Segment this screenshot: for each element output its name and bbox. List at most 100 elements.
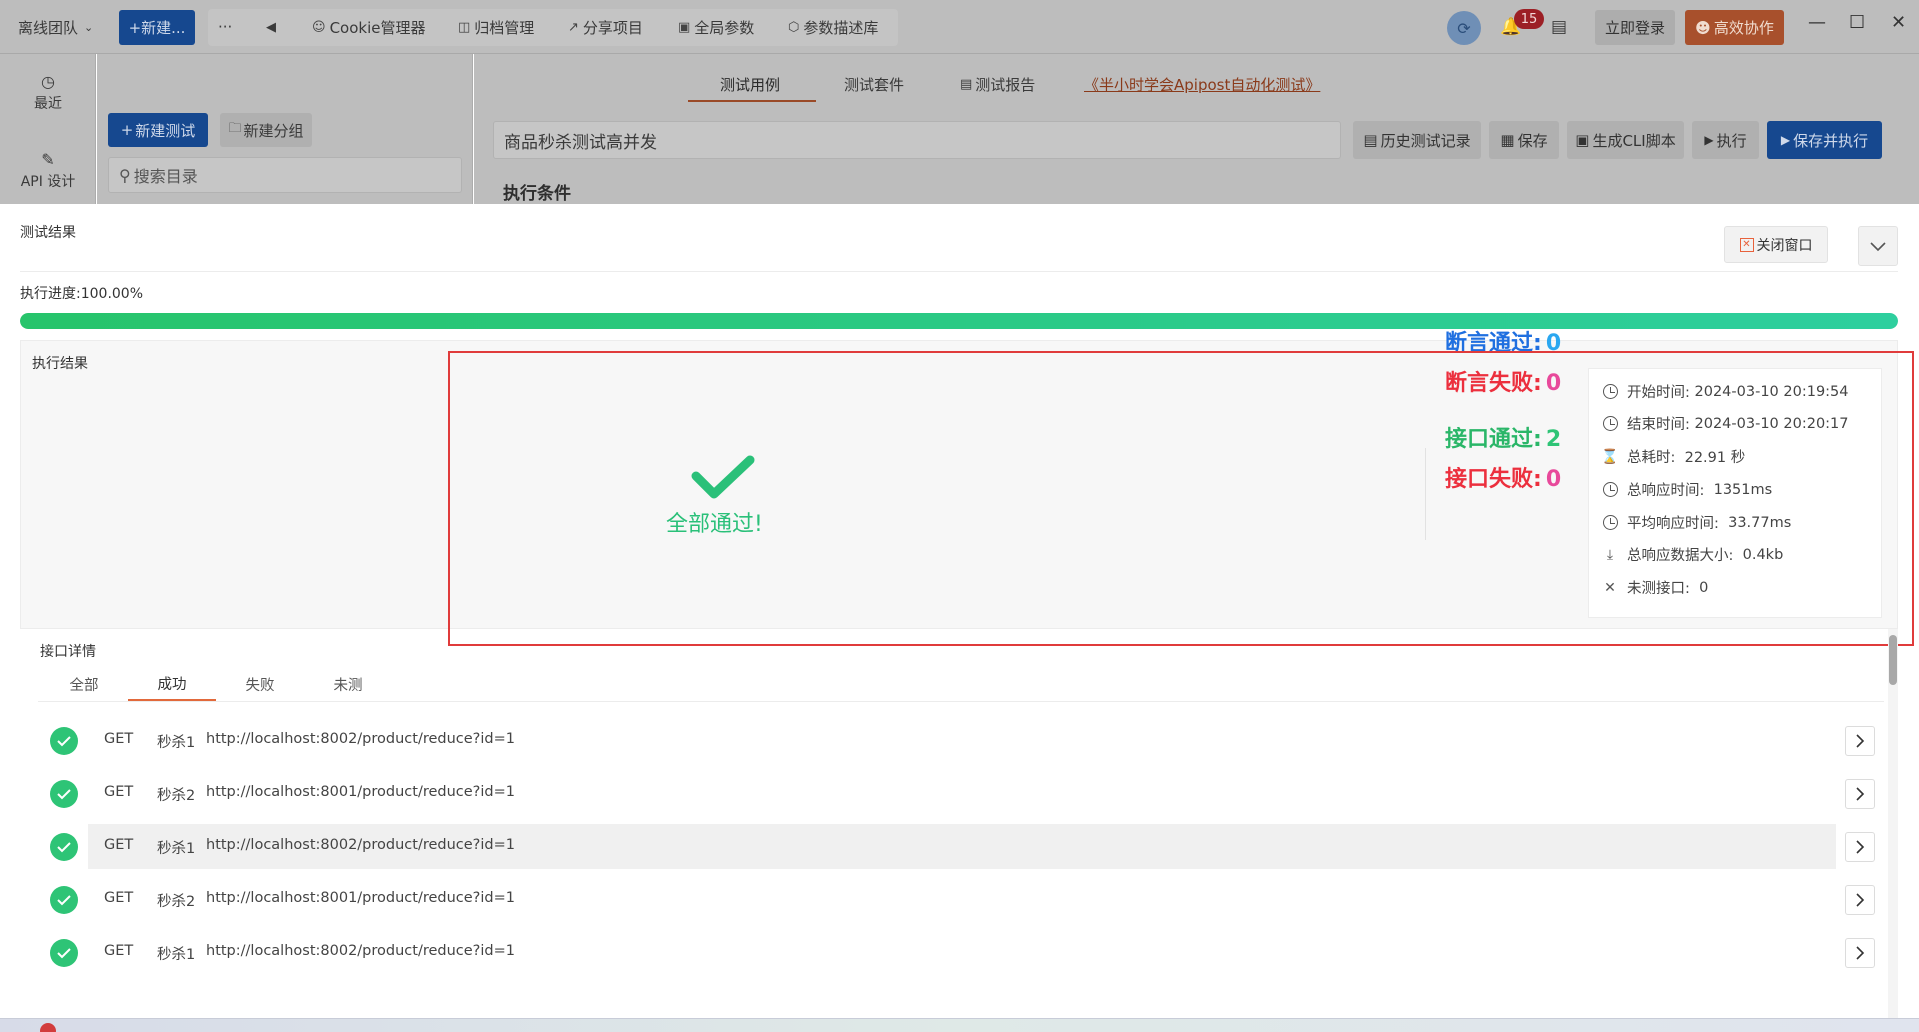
stat-label: 断言失败: [1445, 371, 1542, 396]
maximize-icon[interactable]: ☐ [1849, 12, 1865, 33]
info-value: 33.77ms [1728, 514, 1792, 531]
collapse-button[interactable] [1858, 226, 1898, 266]
info-value: 1351ms [1713, 481, 1773, 498]
more-button[interactable]: ··· [218, 0, 232, 54]
play-icon: ▶ [1704, 133, 1714, 147]
chevron-right-icon[interactable] [1845, 726, 1875, 756]
back-arrow-icon[interactable]: ◀ [266, 0, 276, 54]
menu-cookie-manager[interactable]: ☺ Cookie管理器 [312, 0, 425, 54]
menu-param-library-label: 参数描述库 [803, 18, 879, 37]
info-total-response: 总响应时间: 1351ms [1601, 479, 1772, 500]
run-button[interactable]: ▶ 执行 [1692, 121, 1759, 159]
menu-param-library[interactable]: ⬡ 参数描述库 [788, 0, 878, 54]
notes-icon[interactable]: ▤ [1551, 0, 1567, 54]
new-group-button[interactable]: 🗀 新建分组 [220, 113, 312, 147]
save-run-label: 保存并执行 [1793, 131, 1869, 150]
folder-icon: 🗀 [228, 121, 242, 136]
collab-label: 高效协作 [1713, 19, 1774, 37]
table-row[interactable]: GET 秒杀1 http://localhost:8002/product/re… [38, 926, 1884, 1018]
new-button[interactable]: +新建... [119, 10, 195, 45]
menu-global-params[interactable]: ▣ 全局参数 [678, 0, 754, 54]
tab-test-reports[interactable]: ▤ 测试报告 [960, 64, 1035, 104]
menu-cookie-label: Cookie管理器 [329, 18, 426, 37]
tab-test-suites[interactable]: 测试套件 [844, 64, 904, 104]
history-button[interactable]: ▤ 历史测试记录 [1353, 121, 1481, 159]
chevron-right-icon[interactable] [1845, 885, 1875, 915]
new-test-button[interactable]: + 新建测试 [108, 113, 208, 147]
sidebar-item-recent[interactable]: ◷ 最近 [0, 72, 96, 113]
table-row[interactable]: GET 秒杀2 http://localhost:8001/product/re… [38, 767, 1884, 820]
tab-untested[interactable]: 未测 [304, 667, 392, 701]
row-name: 秒杀2 [157, 894, 196, 910]
info-start-time: 开始时间: 2024-03-10 20:19:54 [1601, 381, 1849, 402]
collab-button[interactable]: ☻ 高效协作 [1685, 10, 1784, 45]
table-row[interactable]: GET 秒杀1 http://localhost:8002/product/re… [38, 820, 1884, 873]
cli-button[interactable]: ▣ 生成CLI脚本 [1567, 121, 1684, 159]
tab-all[interactable]: 全部 [40, 667, 128, 701]
row-method: GET [104, 943, 134, 959]
sidebar-item-api-design[interactable]: ✎ API 设计 [0, 150, 96, 191]
tab-test-cases[interactable]: 测试用例 [720, 64, 780, 104]
clock-icon [1601, 481, 1619, 499]
test-name-input[interactable]: 商品秒杀测试高并发 [493, 121, 1341, 159]
chevron-right-icon[interactable] [1845, 938, 1875, 968]
menu-share[interactable]: ↗ 分享项目 [568, 0, 643, 54]
sidebar-item-label: API 设计 [20, 174, 76, 190]
info-label: 总响应时间: [1627, 483, 1705, 499]
history-label: 历史测试记录 [1380, 131, 1471, 150]
exec-condition-title: 执行条件 [503, 184, 571, 204]
result-title: 测试结果 [20, 225, 76, 241]
main-area: 测试用例 测试套件 ▤ 测试报告 《半小时学会Apipost自动化测试》 商品秒… [474, 54, 1919, 204]
save-icon: ▦ [1500, 131, 1515, 149]
close-window-icon[interactable]: ✕ [1891, 12, 1906, 33]
info-label: 结束时间: [1627, 417, 1690, 433]
tab-failed[interactable]: 失败 [216, 667, 304, 701]
stat-value: 2 [1545, 427, 1562, 452]
edit-icon: ✎ [41, 150, 55, 169]
row-url: http://localhost:8002/product/reduce?id=… [206, 943, 515, 959]
row-method: GET [104, 784, 134, 800]
tutorial-link[interactable]: 《半小时学会Apipost自动化测试》 [1084, 64, 1320, 104]
exec-result-title: 执行结果 [32, 356, 88, 372]
team-name: 离线团队 [18, 18, 79, 37]
table-row[interactable]: GET 秒杀2 http://localhost:8001/product/re… [38, 873, 1884, 926]
stat-label: 断言通过: [1445, 331, 1542, 356]
sync-avatar[interactable]: ⟳ [1447, 11, 1481, 45]
save-label: 保存 [1517, 131, 1548, 150]
stat-label: 接口失败: [1445, 467, 1542, 492]
info-avg-response: 平均响应时间: 33.77ms [1601, 512, 1791, 533]
success-check-icon [50, 939, 78, 967]
info-label: 总响应数据大小: [1627, 548, 1734, 564]
menu-archive[interactable]: ◫ 归档管理 [458, 0, 534, 54]
minimize-icon[interactable]: — [1808, 12, 1826, 33]
save-button[interactable]: ▦ 保存 [1489, 121, 1559, 159]
active-tab-indicator [688, 100, 816, 102]
chevron-right-icon[interactable] [1845, 779, 1875, 809]
login-button[interactable]: 立即登录 [1595, 10, 1675, 45]
table-row[interactable]: GET 秒杀1 http://localhost:8002/product/re… [38, 714, 1884, 767]
scroll-thumb[interactable] [1889, 635, 1897, 685]
stats-divider [1425, 448, 1426, 540]
save-run-button[interactable]: ▶ 保存并执行 [1767, 121, 1882, 159]
info-value: 2024-03-10 20:20:17 [1694, 415, 1849, 432]
hourglass-icon: ⌛ [1601, 448, 1619, 465]
details-scrollbar[interactable] [1888, 629, 1898, 1018]
row-name: 秒杀1 [157, 841, 196, 857]
search-input[interactable]: ⚲ 搜索目录 [108, 157, 462, 193]
tab-success[interactable]: 成功 [128, 667, 216, 701]
team-selector[interactable]: 离线团队 ⌄ [18, 0, 93, 54]
stat-api-fail: 接口失败: 0 [1445, 461, 1561, 493]
close-label: 关闭窗口 [1756, 237, 1813, 254]
info-value: 0 [1699, 579, 1709, 596]
chevron-right-icon[interactable] [1845, 832, 1875, 862]
directory-panel: + 新建测试 🗀 新建分组 ⚲ 搜索目录 [97, 54, 473, 204]
history-icon: ◷ [41, 72, 55, 91]
share-icon: ↗ [568, 19, 579, 35]
status-dot-icon [40, 1023, 56, 1032]
close-panel-button[interactable]: ✕ 关闭窗口 [1724, 226, 1828, 263]
chevron-down-icon: ⌄ [84, 20, 94, 34]
test-result-panel: 测试结果 ✕ 关闭窗口 执行进度:100.00% 执行结果 全部通过! 断言通过… [0, 204, 1919, 1018]
info-data-size: ⤓ 总响应数据大小: 0.4kb [1601, 544, 1783, 565]
chevron-down-icon [1870, 242, 1886, 252]
menu-share-label: 分享项目 [582, 18, 643, 37]
